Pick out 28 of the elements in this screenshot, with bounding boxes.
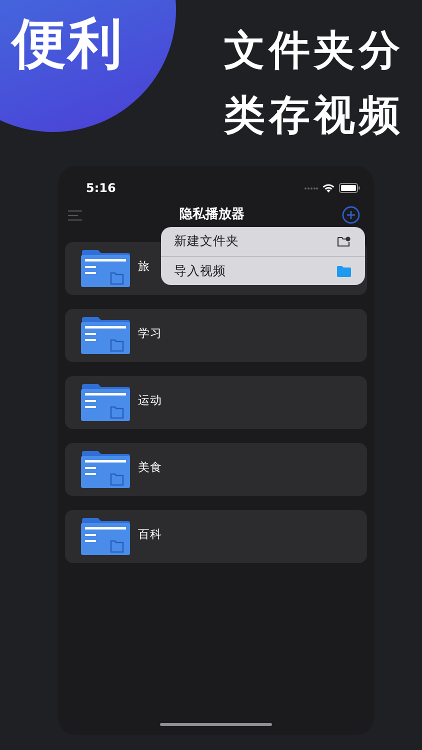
- folder-icon: [81, 384, 130, 421]
- add-icon[interactable]: [342, 206, 360, 224]
- menu-icon[interactable]: [68, 210, 82, 220]
- folder-icon: [81, 317, 130, 354]
- folder-name: 运动: [138, 392, 162, 409]
- folder-name: 百科: [138, 526, 162, 543]
- headline-text: 文件夹分: [224, 30, 404, 71]
- promo-badge-text: 便利: [12, 14, 124, 74]
- wifi-icon: [322, 183, 335, 193]
- folder-icon: [337, 266, 351, 276]
- signal-dots-icon: [304, 186, 318, 190]
- nav-title: 隐私播放器: [180, 206, 244, 224]
- folder-icon: [81, 518, 130, 555]
- battery-icon: [339, 183, 360, 193]
- folder-name: 美食: [138, 459, 162, 476]
- folder-name: 旅: [138, 258, 150, 275]
- folder-card[interactable]: 百科: [65, 510, 367, 563]
- folder-card[interactable]: 学习: [65, 309, 367, 362]
- folder-card[interactable]: 美食: [65, 443, 367, 496]
- headline-text: 类存视频: [224, 95, 404, 136]
- folder-name: 学习: [138, 325, 162, 342]
- menu-item[interactable]: 新建文件夹: [161, 227, 365, 256]
- folder-icon: [81, 250, 130, 287]
- folder-icon: [81, 451, 130, 488]
- folder-plus-icon: [337, 236, 351, 247]
- menu-item[interactable]: 导入视频: [161, 256, 365, 285]
- status-time: 5:16: [86, 180, 116, 197]
- folder-card[interactable]: 运动: [65, 376, 367, 429]
